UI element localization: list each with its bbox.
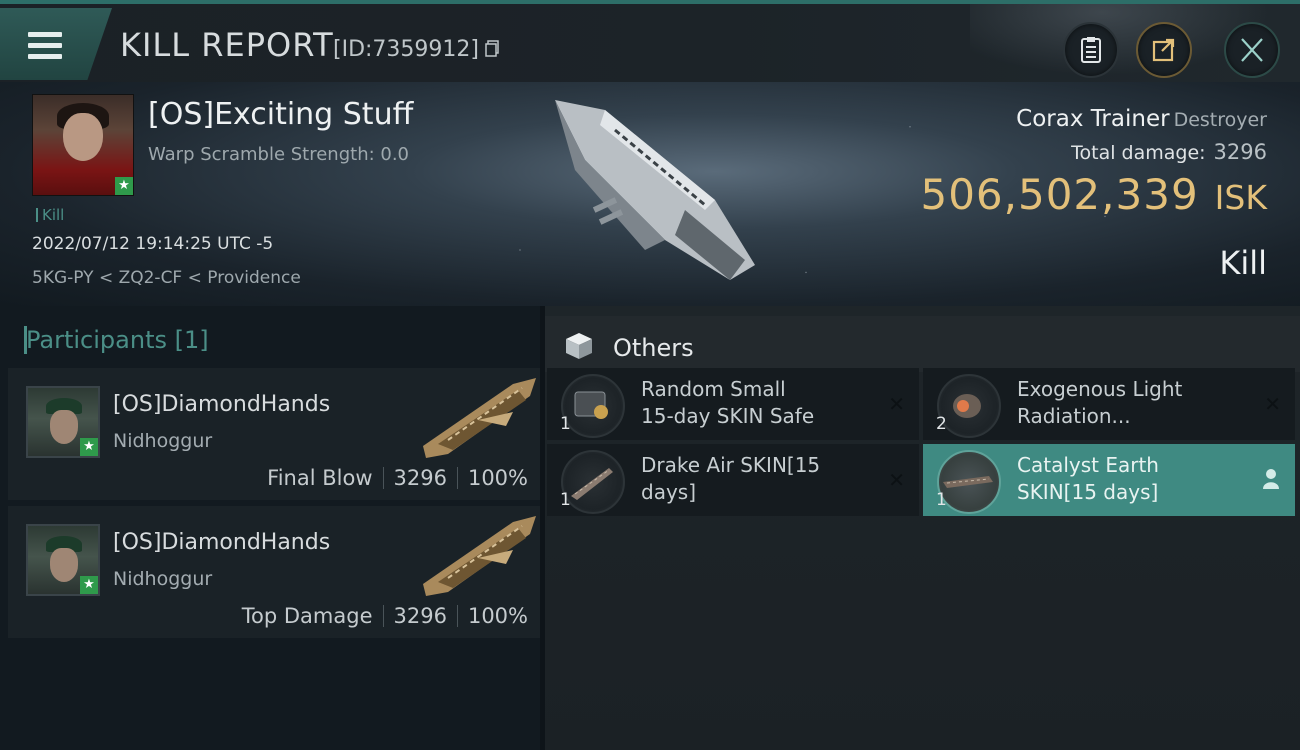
report-type: Kill	[1219, 244, 1267, 282]
participants-title: Participants [1]	[24, 326, 209, 354]
participant-row[interactable]: ★ [OS]DiamondHands Nidhoggur Final Blow 3…	[8, 368, 540, 500]
cube-icon	[566, 333, 592, 359]
item-slot[interactable]: 1 Catalyst Earth SKIN[15 days]	[923, 444, 1295, 516]
corp-star-icon: ★	[115, 177, 133, 195]
page-title: KILL REPORT	[120, 26, 334, 64]
clipboard-button[interactable]	[1063, 22, 1119, 78]
destroyed-x-icon: ✕	[888, 468, 905, 492]
others-panel: Others 1 Random Small 15-day SKIN Safe ✕ …	[545, 306, 1300, 750]
destroyed-x-icon: ✕	[1264, 392, 1281, 416]
ship-class: Destroyer	[1173, 109, 1267, 131]
isk-value-line: 506,502,339 ISK	[920, 170, 1267, 219]
isk-unit: ISK	[1214, 178, 1267, 217]
menu-button[interactable]	[0, 8, 112, 80]
participant-ship-image	[423, 516, 536, 596]
kill-datetime: 2022/07/12 19:14:25 UTC -5	[32, 234, 274, 254]
kill-id: [ID:7359912]	[333, 37, 479, 62]
copy-icon[interactable]	[485, 40, 499, 57]
kill-tag: Kill	[36, 206, 64, 224]
ship-name: Corax Trainer	[1016, 106, 1170, 132]
participant-percent: 100%	[467, 604, 528, 628]
header-bar: KILL REPORT [ID:7359912]	[0, 0, 1300, 86]
item-slot[interactable]: 1 Random Small 15-day SKIN Safe ✕	[547, 368, 919, 440]
participant-row[interactable]: ★ [OS]DiamondHands Nidhoggur Top Damage 3…	[8, 506, 540, 638]
participants-panel: Participants [1] ★ [OS]DiamondHands Nidh…	[0, 306, 540, 750]
participant-role: Top Damage	[241, 604, 373, 628]
item-quantity: 2	[936, 414, 947, 434]
total-damage-value: 3296	[1213, 140, 1267, 164]
destroyed-x-icon: ✕	[888, 392, 905, 416]
kill-banner: ★ [OS]Exciting Stuff Warp Scramble Stren…	[0, 82, 1300, 306]
person-icon	[1263, 469, 1279, 489]
close-button[interactable]	[1224, 22, 1280, 78]
participant-stats: Top Damage 3296 100%	[242, 604, 528, 628]
total-damage-label: Total damage:	[1071, 142, 1206, 164]
participant-percent: 100%	[467, 466, 528, 490]
others-header: Others	[545, 316, 1300, 372]
participant-ship-image	[423, 378, 536, 458]
clipboard-icon	[1081, 37, 1101, 63]
participant-role: Final Blow	[267, 466, 373, 490]
victim-ship-image[interactable]	[545, 90, 765, 290]
item-quantity: 1	[936, 490, 947, 510]
participant-stats: Final Blow 3296 100%	[267, 466, 528, 490]
item-slot[interactable]: 1 Drake Air SKIN[15 days] ✕	[547, 444, 919, 516]
victim-avatar[interactable]: ★	[32, 94, 134, 196]
participant-avatar: ★	[26, 524, 100, 596]
participant-damage: 3296	[393, 604, 447, 628]
total-damage: Total damage: 3296	[1071, 140, 1267, 164]
participant-ship: Nidhoggur	[113, 430, 213, 452]
item-name: Drake Air SKIN[15 days]	[641, 453, 821, 504]
participant-name: [OS]DiamondHands	[113, 392, 331, 417]
participant-damage: 3296	[393, 466, 447, 490]
kill-location[interactable]: 5KG-PY < ZQ2-CF < Providence	[32, 268, 301, 288]
victim-name[interactable]: [OS]Exciting Stuff	[148, 97, 413, 132]
item-name: Exogenous Light Radiation...	[1017, 377, 1183, 428]
item-name: Random Small 15-day SKIN Safe	[641, 377, 815, 428]
corp-star-icon: ★	[80, 576, 98, 594]
hamburger-menu-icon[interactable]	[28, 32, 62, 60]
share-icon	[1152, 38, 1175, 62]
share-button[interactable]	[1136, 22, 1192, 78]
participant-ship: Nidhoggur	[113, 568, 213, 590]
close-icon	[1241, 38, 1263, 62]
item-quantity: 1	[560, 414, 571, 434]
corp-star-icon: ★	[80, 438, 98, 456]
participant-name: [OS]DiamondHands	[113, 530, 331, 555]
item-slot[interactable]: 2 Exogenous Light Radiation... ✕	[923, 368, 1295, 440]
item-name: Catalyst Earth SKIN[15 days]	[1017, 453, 1159, 504]
item-quantity: 1	[560, 490, 571, 510]
ship-type[interactable]: Corax Trainer Destroyer	[1016, 106, 1267, 132]
others-title: Others	[613, 334, 694, 362]
isk-value: 506,502,339	[920, 170, 1199, 219]
participant-avatar: ★	[26, 386, 100, 458]
warp-scramble-strength: Warp Scramble Strength: 0.0	[148, 144, 410, 165]
